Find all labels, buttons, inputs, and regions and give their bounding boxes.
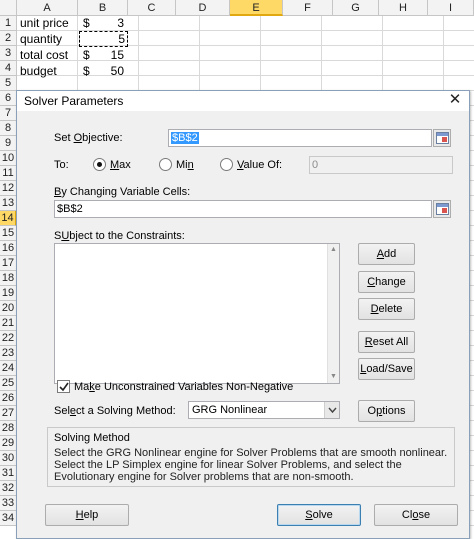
row-header-10[interactable]: 10 xyxy=(0,151,17,166)
cell-b4[interactable]: 50 xyxy=(100,64,124,79)
row-header-34[interactable]: 34 xyxy=(0,511,17,526)
solving-method-select[interactable]: GRG Nonlinear xyxy=(188,401,340,419)
row-header-7[interactable]: 7 xyxy=(0,106,17,121)
max-radio[interactable] xyxy=(93,158,106,171)
min-radio[interactable] xyxy=(159,158,172,171)
max-label[interactable]: Max xyxy=(110,159,131,171)
row-header-1[interactable]: 1 xyxy=(0,16,17,31)
solving-method-group-title: Solving Method xyxy=(54,432,130,444)
close-icon[interactable]: ✕ xyxy=(447,92,463,108)
solver-parameters-dialog: Solver Parameters ✕ Set Objective: $B$2 … xyxy=(16,90,470,539)
row-header-3[interactable]: 3 xyxy=(0,46,17,61)
solving-method-description: Select the GRG Nonlinear engine for Solv… xyxy=(54,447,448,483)
column-header-a[interactable]: A xyxy=(17,0,78,16)
cell-a3[interactable]: total cost xyxy=(20,48,68,63)
solving-method-label: Select a Solving Method: xyxy=(54,405,176,417)
cell-a1[interactable]: unit price xyxy=(20,16,69,31)
objective-field[interactable]: $B$2 xyxy=(168,129,432,147)
row-header-11[interactable]: 11 xyxy=(0,166,17,181)
value-of-field[interactable]: 0 xyxy=(309,156,453,174)
cell-b3[interactable]: 15 xyxy=(100,48,124,63)
column-header-d[interactable]: D xyxy=(176,0,230,16)
row-header-23[interactable]: 23 xyxy=(0,346,17,361)
set-objective-label: Set Objective: xyxy=(54,132,123,144)
row-header-24[interactable]: 24 xyxy=(0,361,17,376)
column-header-c[interactable]: C xyxy=(128,0,176,16)
constraints-scrollbar[interactable]: ▲ ▼ xyxy=(327,244,339,383)
column-header-h[interactable]: H xyxy=(379,0,428,16)
row-header-25[interactable]: 25 xyxy=(0,376,17,391)
changing-cells-field[interactable]: $B$2 xyxy=(54,200,432,218)
add-button[interactable]: Add xyxy=(358,243,415,265)
row-header-32[interactable]: 32 xyxy=(0,481,17,496)
row-header-13[interactable]: 13 xyxy=(0,196,17,211)
row-header-12[interactable]: 12 xyxy=(0,181,17,196)
row-header-29[interactable]: 29 xyxy=(0,436,17,451)
changing-cells-label: By Changing Variable Cells: xyxy=(54,186,191,198)
dialog-titlebar[interactable]: Solver Parameters ✕ xyxy=(17,91,469,111)
row-header-9[interactable]: 9 xyxy=(0,136,17,151)
column-header-g[interactable]: G xyxy=(333,0,379,16)
select-all-corner[interactable] xyxy=(0,0,17,16)
nonnegative-checkbox[interactable] xyxy=(57,380,70,393)
row-header-8[interactable]: 8 xyxy=(0,121,17,136)
row-header-30[interactable]: 30 xyxy=(0,451,17,466)
row-header-4[interactable]: 4 xyxy=(0,61,17,76)
chevron-down-icon[interactable] xyxy=(324,402,339,418)
column-header-e[interactable]: E xyxy=(230,0,283,16)
cell-b1[interactable]: 3 xyxy=(100,16,124,31)
cell-a4[interactable]: budget xyxy=(20,64,57,79)
delete-button[interactable]: Delete xyxy=(358,298,415,320)
close-button[interactable]: Close xyxy=(374,504,458,526)
scroll-down-icon[interactable]: ▼ xyxy=(328,371,339,383)
row-header-28[interactable]: 28 xyxy=(0,421,17,436)
column-header-i[interactable]: I xyxy=(428,0,474,16)
row-header-20[interactable]: 20 xyxy=(0,301,17,316)
objective-range-picker-icon[interactable] xyxy=(433,129,451,147)
nonnegative-label[interactable]: Make Unconstrained Variables Non-Negativ… xyxy=(74,381,293,393)
row-header-33[interactable]: 33 xyxy=(0,496,17,511)
change-button[interactable]: Change xyxy=(358,271,415,293)
constraints-label: SUbject to the Constraints: xyxy=(54,230,185,242)
reset-all-button[interactable]: Reset All xyxy=(358,331,415,353)
row-header-21[interactable]: 21 xyxy=(0,316,17,331)
solving-method-value: GRG Nonlinear xyxy=(192,404,268,416)
scroll-up-icon[interactable]: ▲ xyxy=(328,244,339,256)
row-header-31[interactable]: 31 xyxy=(0,466,17,481)
solve-button[interactable]: Solve xyxy=(277,504,361,526)
column-header-f[interactable]: F xyxy=(283,0,333,16)
solving-method-group: Solving Method Select the GRG Nonlinear … xyxy=(47,427,455,487)
value-of-radio[interactable] xyxy=(220,158,233,171)
cell-b3-currency: $ xyxy=(83,48,90,62)
cell-b4-currency: $ xyxy=(83,64,90,78)
dialog-title: Solver Parameters xyxy=(24,94,124,108)
constraints-listbox[interactable]: ▲ ▼ xyxy=(54,243,340,384)
options-button[interactable]: Options xyxy=(358,400,415,422)
cell-a2[interactable]: quantity xyxy=(20,32,62,47)
row-header-26[interactable]: 26 xyxy=(0,391,17,406)
to-label: To: xyxy=(54,159,69,171)
load-save-button[interactable]: Load/Save xyxy=(358,358,415,380)
row-header-16[interactable]: 16 xyxy=(0,241,17,256)
row-header-5[interactable]: 5 xyxy=(0,76,17,91)
row-header-18[interactable]: 18 xyxy=(0,271,17,286)
value-of-label[interactable]: Value Of: xyxy=(237,159,282,171)
changing-cells-range-picker-icon[interactable] xyxy=(433,200,451,218)
row-header-19[interactable]: 19 xyxy=(0,286,17,301)
row-header-22[interactable]: 22 xyxy=(0,331,17,346)
copy-marquee xyxy=(79,31,128,47)
row-header-27[interactable]: 27 xyxy=(0,406,17,421)
row-header-2[interactable]: 2 xyxy=(0,31,17,46)
row-header-15[interactable]: 15 xyxy=(0,226,17,241)
help-button[interactable]: Help xyxy=(45,504,129,526)
row-header-14[interactable]: 14 xyxy=(0,211,17,226)
cell-b1-currency: $ xyxy=(83,16,90,30)
column-header-b[interactable]: B xyxy=(78,0,128,16)
row-header-6[interactable]: 6 xyxy=(0,91,17,106)
min-label[interactable]: Min xyxy=(176,159,194,171)
checkmark-icon xyxy=(59,382,69,392)
row-header-17[interactable]: 17 xyxy=(0,256,17,271)
